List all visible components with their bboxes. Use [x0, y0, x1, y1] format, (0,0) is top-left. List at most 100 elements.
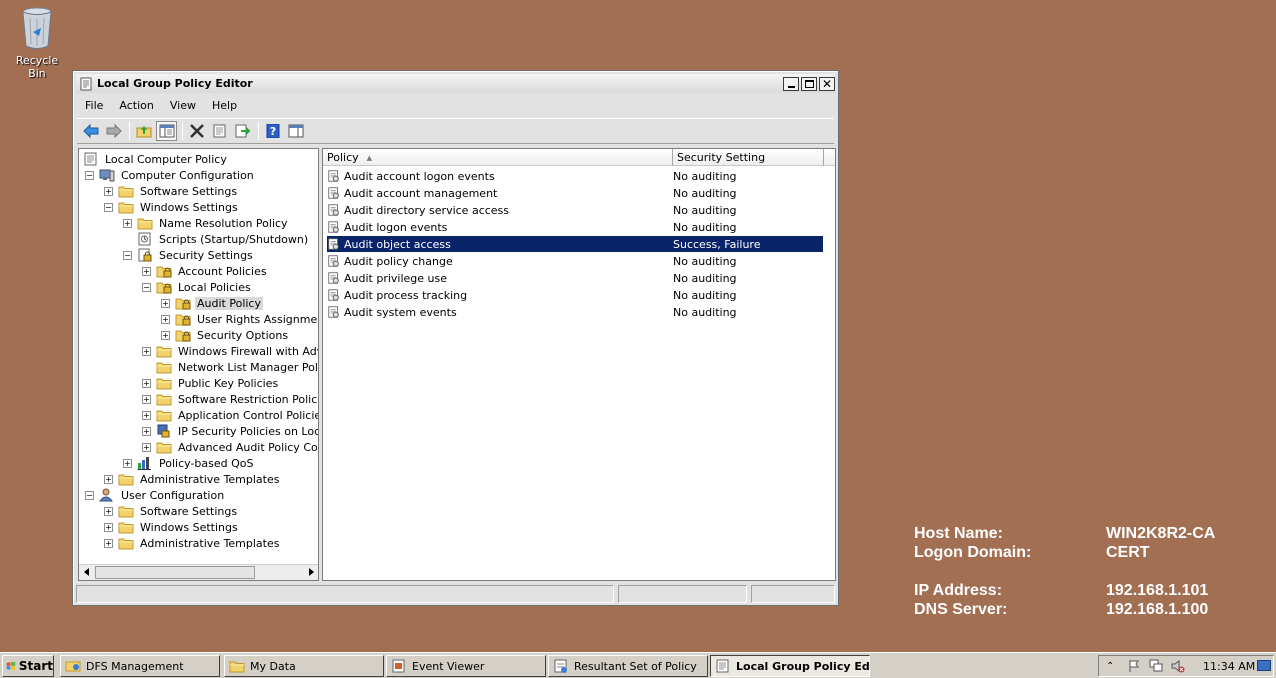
tree-node[interactable]: − Local Policies	[142, 279, 253, 295]
expand-plus-icon[interactable]: +	[123, 218, 132, 228]
security-setting-value: No auditing	[673, 288, 737, 302]
tree-node-label: IP Security Policies on Local C	[178, 424, 318, 438]
taskbar-button[interactable]: Resultant Set of Policy	[548, 655, 708, 677]
collapse-minus-icon[interactable]: −	[104, 202, 113, 212]
expand-plus-icon[interactable]: +	[104, 474, 113, 484]
tree-node[interactable]: + Advanced Audit Policy Config	[142, 439, 318, 455]
tree-node[interactable]: − Windows Settings	[104, 199, 240, 215]
flag-icon[interactable]	[1127, 659, 1141, 673]
help-button[interactable]: ?	[262, 121, 283, 141]
menu-view[interactable]: View	[162, 99, 204, 112]
policy-row[interactable]: Audit system events No auditing	[327, 304, 823, 320]
policy-row[interactable]: Audit account management No auditing	[327, 185, 823, 201]
maximize-button[interactable]	[801, 76, 817, 91]
scroll-right-arrow-icon[interactable]	[309, 568, 314, 576]
show-desktop-icon[interactable]	[1257, 660, 1271, 672]
properties-button[interactable]	[209, 121, 230, 141]
tree-node[interactable]: Local Computer Policy	[83, 151, 229, 167]
tree-node[interactable]: + Administrative Templates	[104, 471, 282, 487]
policy-row[interactable]: Audit directory service access No auditin…	[327, 202, 823, 218]
expand-plus-icon[interactable]: +	[104, 522, 113, 532]
policy-row[interactable]: Audit account logon events No auditing	[327, 168, 823, 184]
expand-plus-icon[interactable]: +	[104, 186, 113, 196]
expand-plus-icon[interactable]: +	[142, 394, 151, 404]
forward-button[interactable]	[103, 121, 124, 141]
recycle-bin[interactable]: Recycle Bin	[6, 6, 68, 80]
collapse-minus-icon[interactable]: −	[85, 170, 94, 180]
show-hide-action-pane-button[interactable]	[285, 121, 306, 141]
tree-node[interactable]: − Computer Configuration	[85, 167, 256, 183]
show-hidden-icons-icon[interactable]: ⌃	[1106, 661, 1114, 672]
expand-plus-icon[interactable]: +	[142, 346, 151, 356]
tree-node[interactable]: + User Rights Assignment	[161, 311, 318, 327]
expand-plus-icon[interactable]: +	[142, 442, 151, 452]
expand-plus-icon[interactable]: +	[161, 314, 170, 324]
expand-plus-icon[interactable]: +	[142, 378, 151, 388]
menu-help[interactable]: Help	[204, 99, 245, 112]
scrollbar-thumb[interactable]	[95, 566, 255, 579]
tree-node[interactable]: + Audit Policy	[161, 295, 263, 311]
collapse-minus-icon[interactable]: −	[85, 490, 94, 500]
back-button[interactable]	[80, 121, 101, 141]
tree-node[interactable]: + Application Control Policies	[142, 407, 319, 423]
tree-node[interactable]: Network List Manager Policies	[142, 359, 318, 375]
policy-name: Audit account management	[344, 186, 498, 200]
export-list-button[interactable]	[232, 121, 253, 141]
scroll-left-arrow-icon[interactable]	[84, 568, 89, 576]
policy-row[interactable]: Audit logon events No auditing	[327, 219, 823, 235]
tree-node[interactable]: + IP Security Policies on Local C	[142, 423, 318, 439]
tree-node[interactable]: Scripts (Startup/Shutdown)	[123, 231, 310, 247]
tree-node[interactable]: + Software Settings	[104, 503, 239, 519]
tree-node[interactable]: + Software Restriction Policies	[142, 391, 318, 407]
expand-plus-icon[interactable]: +	[123, 458, 132, 468]
tree-node[interactable]: + Name Resolution Policy	[123, 215, 290, 231]
taskbar-button[interactable]: My Data	[224, 655, 384, 677]
tree-node[interactable]: + Windows Settings	[104, 519, 240, 535]
tree-horizontal-scrollbar[interactable]	[79, 564, 318, 580]
start-button[interactable]: Start	[2, 655, 54, 677]
expand-plus-icon[interactable]: +	[161, 298, 170, 308]
expand-plus-icon[interactable]: +	[161, 330, 170, 340]
expand-plus-icon[interactable]: +	[142, 410, 151, 420]
tree-node[interactable]: + Software Settings	[104, 183, 239, 199]
delete-button[interactable]	[186, 121, 207, 141]
taskbar-button[interactable]: Local Group Policy Edi...	[710, 655, 870, 677]
expand-plus-icon[interactable]: +	[142, 426, 151, 436]
tree-node-label: Application Control Policies	[178, 408, 319, 422]
tree-node[interactable]: + Security Options	[161, 327, 290, 343]
tree-node[interactable]: + Policy-based QoS	[123, 455, 256, 471]
tree-node[interactable]: − User Configuration	[85, 487, 226, 503]
taskbar-button[interactable]: Event Viewer	[386, 655, 546, 677]
clock[interactable]: 11:34 AM	[1203, 660, 1255, 673]
collapse-minus-icon[interactable]: −	[142, 282, 151, 292]
tree-node[interactable]: + Public Key Policies	[142, 375, 280, 391]
tree-node[interactable]: + Account Policies	[142, 263, 269, 279]
policy-row[interactable]: Audit object access Success, Failure	[327, 236, 823, 252]
menu-file[interactable]: File	[77, 99, 111, 112]
expand-plus-icon[interactable]: +	[104, 506, 113, 516]
folder-icon	[156, 378, 172, 390]
minimize-button[interactable]	[783, 76, 799, 91]
tree-node-label: Administrative Templates	[140, 536, 280, 550]
policy-row[interactable]: Audit process tracking No auditing	[327, 287, 823, 303]
tree-node[interactable]: − Security Settings	[123, 247, 255, 263]
column-header-policy[interactable]: Policy ▲	[323, 149, 673, 166]
tree-node[interactable]: + Windows Firewall with Advan	[142, 343, 318, 359]
expand-plus-icon[interactable]: +	[142, 266, 151, 276]
menu-action[interactable]: Action	[111, 99, 161, 112]
network-icon[interactable]	[1149, 659, 1163, 673]
status-segment	[617, 585, 748, 603]
host-name-value: WIN2K8R2-CA	[1106, 525, 1216, 542]
collapse-minus-icon[interactable]: −	[123, 250, 132, 260]
policy-row[interactable]: Audit policy change No auditing	[327, 253, 823, 269]
expand-plus-icon[interactable]: +	[104, 538, 113, 548]
column-header-security-setting[interactable]: Security Setting	[673, 149, 824, 166]
show-hide-console-tree-button[interactable]	[156, 121, 177, 141]
taskbar-button[interactable]: DFS Management	[60, 655, 220, 677]
close-button[interactable]: ✕	[819, 76, 835, 91]
policy-row[interactable]: Audit privilege use No auditing	[327, 270, 823, 286]
title-bar[interactable]: Local Group Policy Editor ✕	[76, 74, 835, 93]
tree-node[interactable]: + Administrative Templates	[104, 535, 282, 551]
up-one-level-button[interactable]	[133, 121, 154, 141]
volume-muted-icon[interactable]	[1171, 659, 1185, 673]
